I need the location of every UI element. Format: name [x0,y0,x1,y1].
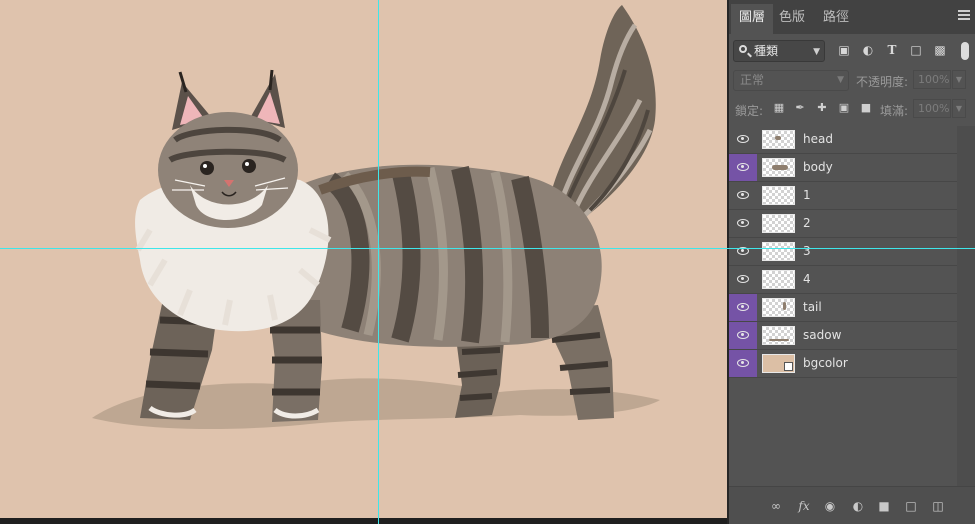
adjustment-icon[interactable]: ◐ [851,499,865,513]
layer-row-sadow[interactable]: sadow [729,322,957,350]
filter-kind-select[interactable]: 種類 ▼ [733,40,825,62]
trash-icon[interactable]: ◫ [931,499,945,513]
layer-name: bgcolor [803,356,848,370]
image-filter-icon[interactable]: ▣ [837,43,851,57]
layer-name: 1 [803,188,811,202]
eye-icon [737,275,749,283]
layer-row-head[interactable]: head [729,126,957,154]
visibility-toggle[interactable] [729,294,757,321]
layer-list-scrollbar[interactable] [957,126,975,486]
lock-row: 鎖定: ▦ ✒ ✚ ▣ ■ 填滿: 100% ▼ [729,96,975,120]
cat-tail [548,5,656,225]
layer-name: sadow [803,328,842,342]
tab-paths[interactable]: 路徑 [815,4,857,34]
folder-icon[interactable]: ■ [877,499,891,513]
layer-row-body[interactable]: body [729,154,957,182]
opacity-label: 不透明度: [856,75,909,89]
layer-row-1[interactable]: 1 [729,182,957,210]
layer-thumbnail [762,186,795,205]
panel-footer: ∞ fx ◉ ◐ ■ □ ◫ [729,486,975,524]
layer-thumbnail [762,298,795,317]
layer-list-empty-area[interactable] [729,378,957,486]
layer-row-bgcolor[interactable]: bgcolor [729,350,957,378]
eye-icon [737,219,749,227]
canvas-status-bar [0,518,727,524]
search-icon [739,45,747,53]
visibility-toggle[interactable] [729,182,757,209]
chevron-down-icon: ▼ [837,75,844,85]
fill-input[interactable]: 100% [913,99,951,118]
visibility-toggle[interactable] [729,238,757,265]
cat-artwork [92,5,660,430]
fill-dropdown-button[interactable]: ▼ [952,99,966,118]
visibility-toggle[interactable] [729,266,757,293]
layer-row-3[interactable]: 3 [729,238,957,266]
shape-filter-icon[interactable]: □ [909,43,923,57]
layer-row-2[interactable]: 2 [729,210,957,238]
chevron-down-icon: ▼ [813,47,820,57]
smart-object-filter-icon[interactable]: ▩ [933,43,947,57]
visibility-toggle[interactable] [729,322,757,349]
filter-toggle[interactable] [961,42,969,60]
fill-layer-icon [784,362,793,371]
eye-icon [737,191,749,199]
layer-list: head body 1 2 3 4 tail sadow bgcolor [729,126,957,378]
cat-body [288,164,602,347]
layer-name: tail [803,300,822,314]
mask-icon[interactable]: ◉ [823,499,837,513]
tab-layers[interactable]: 圖層 [731,4,774,34]
horizontal-guide[interactable] [0,248,975,249]
panel-menu-icon[interactable] [958,10,970,22]
visibility-toggle[interactable] [729,210,757,237]
lock-position-icon[interactable]: ✚ [816,102,828,114]
filter-kind-value: 種類 [754,44,779,58]
layer-thumbnail [762,326,795,345]
layer-row-4[interactable]: 4 [729,266,957,294]
layers-panel: 圖層 色版 路徑 種類 ▼ ▣ ◐ T □ ▩ 正常 ▼ 不透明度: 100% … [729,0,975,524]
blend-mode-select[interactable]: 正常 ▼ [733,70,849,91]
layer-name: 2 [803,216,811,230]
fx-icon[interactable]: fx [797,499,811,513]
lock-artboard-icon[interactable]: ▣ [838,102,850,114]
lock-transparent-pixels-icon[interactable]: ▦ [773,102,785,114]
new-layer-icon[interactable]: □ [904,499,918,513]
layer-filter-row: 種類 ▼ ▣ ◐ T □ ▩ [729,38,975,64]
layer-name: head [803,132,833,146]
layer-thumbnail [762,214,795,233]
link-icon[interactable]: ∞ [769,499,783,513]
lock-image-pixels-icon[interactable]: ✒ [794,102,806,114]
fill-label: 填滿: [880,104,909,118]
cat-head [158,69,298,228]
eye-icon [737,359,749,367]
blend-row: 正常 ▼ 不透明度: 100% ▼ [729,68,975,92]
document-canvas[interactable] [0,0,727,518]
lock-all-icon[interactable]: ■ [860,102,872,114]
visibility-toggle[interactable] [729,350,757,377]
layer-row-tail[interactable]: tail [729,294,957,322]
layer-name: 4 [803,272,811,286]
visibility-toggle[interactable] [729,126,757,153]
visibility-toggle[interactable] [729,154,757,181]
layer-thumbnail [762,354,795,373]
tab-channels[interactable]: 色版 [771,4,813,34]
opacity-input[interactable]: 100% [913,70,951,89]
vertical-guide[interactable] [378,0,379,524]
layer-name: 3 [803,244,811,258]
layer-thumbnail [762,270,795,289]
layer-thumbnail [762,130,795,149]
layer-thumbnail [762,242,795,261]
layer-name: body [803,160,833,174]
eye-icon [737,163,749,171]
panel-tab-bar: 圖層 色版 路徑 [729,0,975,34]
layer-thumbnail [762,158,795,177]
eye-icon [737,303,749,311]
adjustment-filter-icon[interactable]: ◐ [861,43,875,57]
opacity-dropdown-button[interactable]: ▼ [952,70,966,89]
blend-mode-value: 正常 [740,73,765,87]
type-filter-icon[interactable]: T [885,43,899,57]
eye-icon [737,331,749,339]
lock-label: 鎖定: [735,104,764,118]
eye-icon [737,135,749,143]
